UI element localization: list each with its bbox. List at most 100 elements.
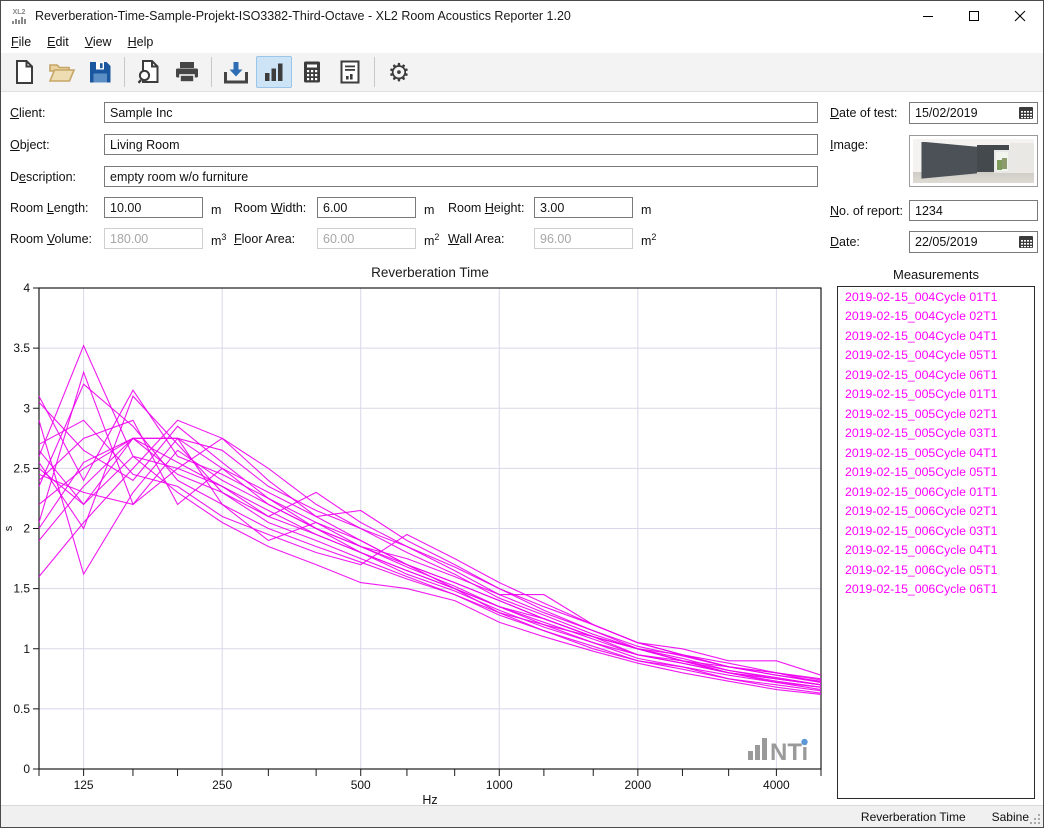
import-measurements-button[interactable] xyxy=(218,56,254,88)
room-volume-input xyxy=(104,228,203,249)
measurement-item[interactable]: 2019-02-15_004Cycle 06T1 xyxy=(838,365,1034,385)
reverberation-time-chart: 125250500100020004000Hz00.511.522.533.54… xyxy=(1,263,833,807)
object-input[interactable] xyxy=(104,134,818,155)
room-width-input[interactable] xyxy=(317,197,416,218)
measurement-item[interactable]: 2019-02-15_005Cycle 03T1 xyxy=(838,424,1034,444)
measurement-item[interactable]: 2019-02-15_006Cycle 01T1 xyxy=(838,482,1034,502)
room-volume-label: Room Volume: xyxy=(10,232,92,246)
measurement-item[interactable]: 2019-02-15_004Cycle 01T1 xyxy=(838,287,1034,307)
settings-gear-icon: ⚙ xyxy=(388,60,410,85)
measurement-item[interactable]: 2019-02-15_004Cycle 04T1 xyxy=(838,326,1034,346)
svg-text:3: 3 xyxy=(23,401,30,415)
app-window: XL2 Reverberation-Time-Sample-Projekt-IS… xyxy=(0,0,1044,828)
menu-view[interactable]: View xyxy=(77,32,120,52)
menu-help[interactable]: Help xyxy=(120,32,162,52)
client-input[interactable] xyxy=(104,102,818,123)
date-calendar-button[interactable] xyxy=(1015,232,1037,252)
description-input[interactable] xyxy=(104,166,818,187)
close-button[interactable] xyxy=(997,1,1043,31)
floor-area-unit: m2 xyxy=(424,232,439,248)
resize-grip[interactable] xyxy=(1028,812,1042,826)
svg-text:2.5: 2.5 xyxy=(13,461,30,475)
measurement-item[interactable]: 2019-02-15_005Cycle 01T1 xyxy=(838,385,1034,405)
measurement-item[interactable]: 2019-02-15_005Cycle 05T1 xyxy=(838,463,1034,483)
report-no-input[interactable] xyxy=(909,200,1038,221)
measurement-type: T1 xyxy=(983,407,997,421)
svg-text:1: 1 xyxy=(23,642,30,656)
chart-view-button[interactable] xyxy=(256,56,292,88)
svg-text:1000: 1000 xyxy=(486,778,513,792)
open-project-button[interactable] xyxy=(44,56,80,88)
measurement-name: 2019-02-15_006Cycle 03 xyxy=(845,524,983,538)
measurement-item[interactable]: 2019-02-15_004Cycle 02T1 xyxy=(838,307,1034,327)
measurement-item[interactable]: 2019-02-15_006Cycle 04T1 xyxy=(838,541,1034,561)
measurement-item[interactable]: 2019-02-15_004Cycle 05T1 xyxy=(838,346,1034,366)
measurement-type: T1 xyxy=(983,446,997,460)
image-label: Image: xyxy=(830,138,868,152)
settings-button[interactable]: ⚙ xyxy=(381,56,417,88)
date-of-test-calendar-button[interactable] xyxy=(1015,103,1037,123)
window-title: Reverberation-Time-Sample-Projekt-ISO338… xyxy=(35,9,571,23)
status-mode: Reverberation Time xyxy=(861,810,966,824)
new-document-button[interactable] xyxy=(6,56,42,88)
calculator-button[interactable] xyxy=(294,56,330,88)
svg-text:1.5: 1.5 xyxy=(13,582,30,596)
room-image-thumbnail[interactable] xyxy=(909,135,1038,187)
measurement-item[interactable]: 2019-02-15_006Cycle 06T1 xyxy=(838,580,1034,600)
measurement-item[interactable]: 2019-02-15_006Cycle 03T1 xyxy=(838,521,1034,541)
app-icon-bars xyxy=(9,17,29,24)
measurement-name: 2019-02-15_006Cycle 01 xyxy=(845,485,983,499)
minimize-icon xyxy=(922,10,934,22)
close-icon xyxy=(1014,10,1026,22)
print-preview-icon xyxy=(136,59,162,85)
date-field[interactable]: 22/05/2019 xyxy=(909,231,1038,253)
report-no-label: No. of report: xyxy=(830,204,903,218)
room-height-label: Room Height: xyxy=(448,201,524,215)
measurement-type: T1 xyxy=(983,582,997,596)
print-preview-button[interactable] xyxy=(131,56,167,88)
toolbar-separator xyxy=(124,57,125,87)
menu-file[interactable]: File xyxy=(3,32,39,52)
maximize-icon xyxy=(968,10,980,22)
measurement-type: T1 xyxy=(983,524,997,538)
save-icon xyxy=(87,59,113,85)
toolbar-separator xyxy=(211,57,212,87)
measurement-name: 2019-02-15_004Cycle 06 xyxy=(845,368,983,382)
minimize-button[interactable] xyxy=(905,1,951,31)
measurement-item[interactable]: 2019-02-15_005Cycle 02T1 xyxy=(838,404,1034,424)
report-icon xyxy=(337,59,363,85)
description-label: Description: xyxy=(10,170,76,184)
maximize-button[interactable] xyxy=(951,1,997,31)
object-label: Object: xyxy=(10,138,50,152)
measurements-title: Measurements xyxy=(837,267,1035,282)
svg-text:250: 250 xyxy=(212,778,232,792)
measurement-type: T1 xyxy=(983,290,997,304)
floor-area-input xyxy=(317,228,416,249)
print-button[interactable] xyxy=(169,56,205,88)
wall-area-unit: m2 xyxy=(641,232,656,248)
measurement-item[interactable]: 2019-02-15_005Cycle 04T1 xyxy=(838,443,1034,463)
svg-text:0: 0 xyxy=(23,762,30,776)
measurement-name: 2019-02-15_004Cycle 05 xyxy=(845,348,983,362)
measurement-item[interactable]: 2019-02-15_006Cycle 05T1 xyxy=(838,560,1034,580)
room-height-input[interactable] xyxy=(534,197,633,218)
measurement-name: 2019-02-15_004Cycle 02 xyxy=(845,309,983,323)
open-folder-icon xyxy=(48,59,76,85)
room-length-input[interactable] xyxy=(104,197,203,218)
measurement-type: T1 xyxy=(983,387,997,401)
date-of-test-field[interactable]: 15/02/2019 xyxy=(909,102,1038,124)
menu-edit[interactable]: Edit xyxy=(39,32,77,52)
measurement-item[interactable]: 2019-02-15_006Cycle 02T1 xyxy=(838,502,1034,522)
measurement-type: T1 xyxy=(983,309,997,323)
room-length-unit: m xyxy=(211,201,221,217)
svg-text:4000: 4000 xyxy=(763,778,790,792)
measurement-type: T1 xyxy=(983,465,997,479)
measurements-list: 2019-02-15_004Cycle 01T12019-02-15_004Cy… xyxy=(837,286,1035,799)
import-download-icon xyxy=(222,59,250,85)
wall-area-label: Wall Area: xyxy=(448,232,505,246)
measurement-type: T1 xyxy=(983,543,997,557)
save-button[interactable] xyxy=(82,56,118,88)
measurement-name: 2019-02-15_006Cycle 05 xyxy=(845,563,983,577)
floor-area-label: Floor Area: xyxy=(234,232,295,246)
report-button[interactable] xyxy=(332,56,368,88)
